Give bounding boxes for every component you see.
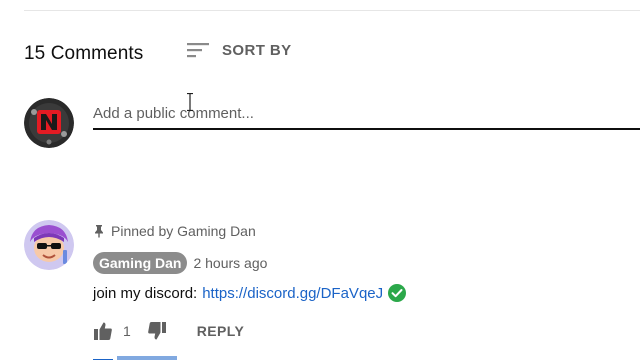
author-name-badge[interactable]: Gaming Dan	[93, 252, 188, 274]
comment-text-body: join my discord:	[93, 284, 198, 302]
thumbs-down-icon[interactable]	[147, 321, 167, 341]
add-comment-row	[24, 98, 640, 150]
comment-actions: 1 REPLY	[93, 319, 244, 343]
comment-count: 15 Comments	[24, 43, 144, 64]
text-cursor-icon	[187, 93, 193, 111]
reply-button[interactable]: REPLY	[197, 323, 244, 339]
sort-by-label: SORT BY	[222, 41, 292, 59]
sort-lines-icon	[187, 43, 209, 58]
sort-by-button[interactable]: SORT BY	[186, 38, 291, 62]
author-avatar[interactable]	[24, 220, 74, 270]
channel-logo-icon	[24, 98, 74, 148]
section-divider	[24, 10, 640, 11]
cartoon-avatar-icon	[24, 220, 74, 270]
comment-timestamp[interactable]: 2 hours ago	[193, 255, 267, 271]
comments-section: 15 Comments SORT BY Add a public comment…	[0, 0, 640, 360]
comments-header: 15 Comments	[24, 38, 143, 70]
comment-meta: Gaming Dan 2 hours ago	[93, 251, 267, 275]
comment-input[interactable]	[93, 98, 640, 130]
pinned-by-label: Pinned by Gaming Dan	[111, 223, 256, 239]
check-circle-icon	[388, 284, 407, 302]
view-replies-partial[interactable]	[93, 356, 183, 360]
thumbs-up-icon[interactable]	[93, 321, 113, 341]
like-count: 1	[123, 323, 131, 339]
discord-link[interactable]: https://discord.gg/DFaVqeJ	[202, 285, 383, 302]
user-avatar[interactable]	[24, 98, 74, 148]
comment-text: join my discord: https://discord.gg/DFaV…	[93, 283, 407, 303]
pin-icon	[95, 225, 103, 238]
pinned-indicator: Pinned by Gaming Dan	[93, 222, 256, 240]
